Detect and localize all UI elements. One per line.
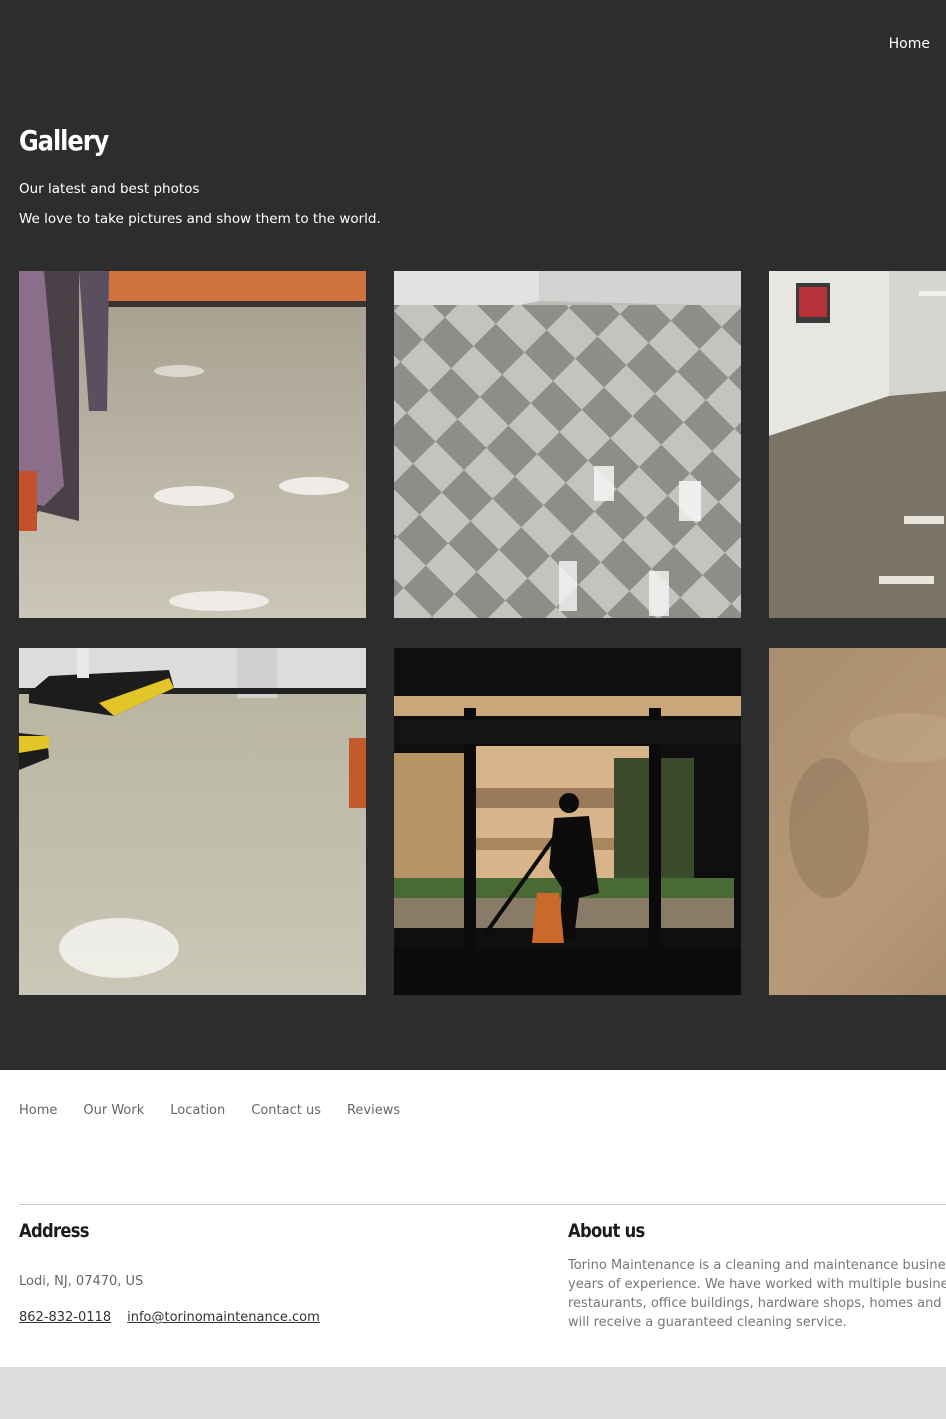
gallery-subtitle-2: We love to take pictures and show them t… [19, 211, 381, 227]
gallery-photo-1[interactable] [19, 271, 366, 618]
address-heading: Address [19, 1220, 90, 1242]
about-text: Torino Maintenance is a cleaning and mai… [568, 1256, 946, 1332]
email-link[interactable]: info@torinomaintenance.com [127, 1310, 320, 1325]
about-line: will receive a guaranteed cleaning servi… [568, 1315, 847, 1330]
gallery-photo-6[interactable] [769, 648, 946, 995]
gallery-section: Home Gallery Our latest and best photos … [0, 0, 946, 1070]
gallery-photo-5[interactable] [394, 648, 741, 995]
footer-nav-location[interactable]: Location [170, 1103, 225, 1118]
gallery-photo-2[interactable] [394, 271, 741, 618]
footer-nav-contact-us[interactable]: Contact us [251, 1103, 321, 1118]
address-text: Lodi, NJ, 07470, US [19, 1274, 144, 1289]
footer-nav-reviews[interactable]: Reviews [347, 1103, 400, 1118]
page-title: Gallery [19, 124, 109, 157]
nav-home-link[interactable]: Home [889, 36, 930, 52]
page-bottom-bar [0, 1367, 946, 1419]
about-heading: About us [568, 1220, 645, 1242]
about-line: restaurants, office buildings, hardware … [568, 1296, 946, 1311]
phone-link[interactable]: 862-832-0118 [19, 1310, 111, 1325]
gallery-photo-3[interactable] [769, 271, 946, 618]
about-line: years of experience. We have worked with… [568, 1277, 946, 1292]
footer-nav: Home Our Work Location Contact us Review… [19, 1103, 400, 1118]
footer-nav-home[interactable]: Home [19, 1103, 57, 1118]
gallery-photo-4[interactable] [19, 648, 366, 995]
about-line: Torino Maintenance is a cleaning and mai… [568, 1258, 946, 1273]
footer-nav-our-work[interactable]: Our Work [83, 1103, 144, 1118]
gallery-subtitle-1: Our latest and best photos [19, 181, 200, 197]
footer-divider [19, 1204, 946, 1205]
footer: Home Our Work Location Contact us Review… [0, 1070, 946, 1367]
contact-links: 862-832-0118 info@torinomaintenance.com [19, 1310, 320, 1325]
